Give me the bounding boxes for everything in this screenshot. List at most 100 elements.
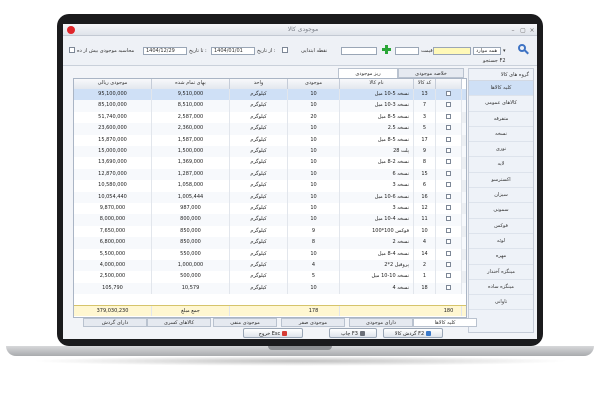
cell-qty: 10	[288, 168, 340, 181]
search-field[interactable]	[433, 47, 471, 55]
group-item[interactable]: لوئه	[469, 234, 533, 250]
row-checkbox[interactable]	[446, 136, 451, 142]
column-header[interactable]: واحد	[230, 79, 288, 89]
group-item[interactable]: فوکس	[469, 219, 533, 234]
table-row[interactable]: 13,690,000 1,369,000 کیلوگرم 10 نسخه 2-8 میل…	[74, 157, 466, 169]
cell-name: نسخه 10-10 میل	[340, 271, 414, 283]
column-header[interactable]: نام کالا	[340, 79, 414, 89]
row-checkbox[interactable]	[446, 239, 451, 245]
table-row[interactable]: 2,500,000 500,000 کیلوگرم 5 نسخه 10-10 میل 1	[74, 271, 466, 283]
compute-checkbox[interactable]	[69, 47, 75, 53]
column-header[interactable]: موجودی ریالی	[74, 79, 152, 89]
group-item[interactable]: تاوانی	[469, 295, 533, 311]
price-field[interactable]	[395, 47, 419, 55]
table-row[interactable]: 12,870,000 1,287,000 کیلوگرم 10 نسخه 6 15	[74, 168, 466, 181]
cell-name: پلت 28	[340, 146, 414, 158]
group-dropdown-icon[interactable]: ▾	[503, 48, 506, 54]
cell-name: نسخه 5-10 میل	[340, 89, 414, 101]
table-row[interactable]: 10,054,440 1,005,444 کیلوگرم 10 نسخه 6-10 می…	[74, 191, 466, 203]
row-checkbox[interactable]	[446, 262, 451, 267]
date-from-field[interactable]: 1404/01/01	[211, 47, 255, 55]
tab-summary[interactable]: خلاصه موجودی	[398, 68, 464, 78]
table-row[interactable]: 10,580,000 1,058,000 کیلوگرم 10 نسخه 36	[74, 180, 466, 192]
column-header[interactable]: موجودی	[288, 79, 340, 89]
row-checkbox[interactable]	[446, 250, 451, 256]
group-item[interactable]: مهره	[469, 249, 533, 265]
row-checkbox[interactable]	[446, 113, 451, 119]
date-filter-checkbox[interactable]	[282, 47, 288, 53]
table-row[interactable]: 23,600,000 2,360,000 کیلوگرم 10 نسخه 2.5 5	[74, 123, 466, 135]
row-checkbox[interactable]	[446, 205, 451, 210]
table-row[interactable]: 6,800,000 850,000 کیلوگرم 8 نسخه 24	[74, 237, 466, 249]
group-item[interactable]: لایه	[469, 157, 533, 173]
group-item[interactable]: نوری	[469, 142, 533, 158]
row-checkbox[interactable]	[446, 227, 451, 233]
group-item[interactable]: سمونی	[469, 203, 533, 219]
group-item[interactable]: نسخه	[469, 127, 533, 143]
inventory-table: موجودی ریالی بهای تمام شده واحد موجودی نام ک…	[73, 78, 467, 318]
table-row[interactable]: 4,000,000 1,000,000 کیلوگرم 4 پروفیل 2*2 2	[74, 260, 466, 272]
cell-total: 105,790	[74, 282, 152, 295]
group-select[interactable]: همه موارد	[473, 47, 501, 55]
table-row[interactable]: 15,870,000 1,587,000 کیلوگرم 10 نسخه 5-8 میل…	[74, 134, 466, 146]
turnover-button[interactable]: گردش کالا F2	[383, 328, 443, 338]
row-checkbox[interactable]	[446, 273, 451, 279]
table-row[interactable]: 9,870,000 987,000 کیلوگرم 10 نسخه 3 12	[74, 203, 466, 215]
table-row[interactable]: 7,650,000 850,000 کیلوگرم 9 فوکس 100*100 10	[74, 225, 466, 238]
row-checkbox[interactable]	[446, 125, 451, 131]
column-header[interactable]	[436, 79, 462, 89]
filter-tab[interactable]: دارای موجودی	[349, 318, 413, 327]
cell-cost: 550,000	[152, 248, 230, 260]
group-item[interactable]: سیزان	[469, 188, 533, 204]
close-glyph-icon[interactable]: ×	[528, 27, 536, 34]
row-checkbox[interactable]	[446, 216, 451, 222]
table-row[interactable]: 15,000,000 1,500,000 کیلوگرم 10 پلت 28 9	[74, 146, 466, 158]
minimize-icon[interactable]: –	[509, 27, 517, 34]
table-row[interactable]: 95,100,000 9,510,000 کیلوگرم 10 نسخه 5-10 می…	[74, 89, 466, 101]
row-checkbox[interactable]	[446, 170, 451, 176]
maximize-icon[interactable]: ▢	[519, 27, 527, 34]
filter-tab[interactable]: کلیه کالاها	[413, 318, 477, 327]
add-icon[interactable]	[382, 45, 391, 54]
cell-unit: کیلوگرم	[230, 89, 288, 101]
table-row[interactable]: 51,740,000 2,587,000 کیلوگرم 20 نسخه 5-8 میل…	[74, 111, 466, 124]
row-checkbox[interactable]	[446, 102, 451, 108]
filter-tab[interactable]: دارای گردش	[83, 318, 147, 327]
group-item[interactable]: کالاهای عمومی	[469, 96, 533, 112]
filter-tab[interactable]: موجودی صفر	[281, 318, 345, 327]
table-row[interactable]: 85,100,000 8,510,000 کیلوگرم 10 نسخه 3-10 می…	[74, 100, 466, 112]
row-checkbox[interactable]	[446, 193, 451, 199]
row-checkbox[interactable]	[446, 159, 451, 165]
group-item[interactable]: اکسترسو	[469, 173, 533, 189]
cell-cost: 500,000	[152, 271, 230, 283]
row-checkbox[interactable]	[446, 284, 451, 290]
table-row[interactable]: 8,000,000 800,000 کیلوگرم 10 نسخه 4-10 میل 11	[74, 214, 466, 226]
column-header[interactable]: بهای تمام شده	[152, 79, 230, 89]
row-checkbox[interactable]	[446, 182, 451, 188]
search-icon[interactable]	[518, 44, 529, 55]
cell-qty: 10	[288, 146, 340, 158]
group-item[interactable]: کلیه کالاها	[469, 81, 533, 97]
group-item[interactable]: متفرقه	[469, 112, 533, 127]
group-item[interactable]: مینگزه آخندار	[469, 265, 533, 280]
date-to-field[interactable]: 1404/12/29	[143, 47, 187, 55]
cell-qty: 10	[288, 89, 340, 101]
cell-qty: 10	[288, 123, 340, 135]
close-icon[interactable]	[67, 26, 75, 34]
qty-field[interactable]	[341, 47, 377, 55]
column-header[interactable]: کد کالا	[414, 79, 436, 89]
filter-tab[interactable]: کالاهای کسری	[147, 318, 211, 327]
cell-qty: 10	[288, 191, 340, 203]
table-row[interactable]: 105,790 10,579 کیلوگرم 10 نسخه 4 18	[74, 282, 466, 295]
group-item[interactable]: مینگزه ساده	[469, 280, 533, 296]
exit-button[interactable]: خروج Esc	[243, 328, 303, 338]
cell-qty: 10	[288, 180, 340, 192]
table-row[interactable]: 5,500,000 550,000 کیلوگرم 10 نسخه 4-8 میل 14	[74, 248, 466, 260]
print-button[interactable]: چاپ F3	[329, 328, 377, 338]
filter-tab[interactable]: موجودی منفی	[213, 318, 277, 327]
tab-details[interactable]: ریز موجودی	[338, 68, 398, 78]
cell-cost: 1,005,444	[152, 191, 230, 203]
row-checkbox[interactable]	[446, 91, 451, 96]
cell-total: 7,650,000	[74, 225, 152, 238]
row-checkbox[interactable]	[446, 148, 451, 153]
